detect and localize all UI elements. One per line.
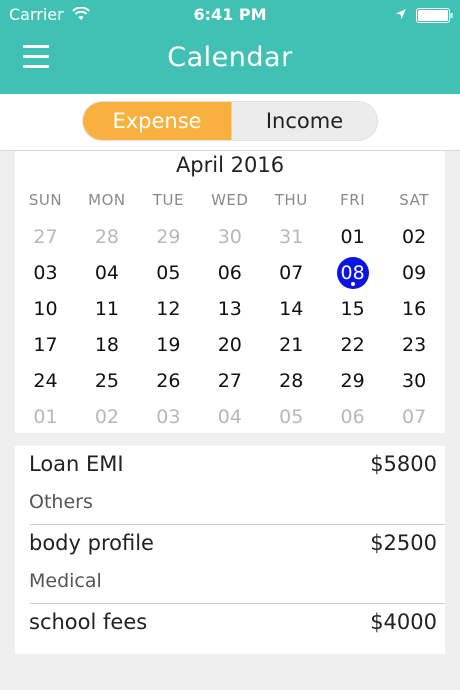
transaction-row[interactable]: Loan EMI $5800 Others <box>15 446 445 525</box>
calendar-month-label: April 2016 <box>175 153 285 177</box>
calendar-day[interactable]: 04 <box>76 255 137 291</box>
status-time: 6:41 PM <box>193 5 267 24</box>
calendar-day[interactable]: 28 <box>261 363 322 399</box>
transaction-amount: $5800 <box>370 452 437 476</box>
calendar-day[interactable]: 25 <box>76 363 137 399</box>
status-bar: Carrier 6:41 PM <box>0 0 460 30</box>
calendar-day[interactable]: 10 <box>15 291 76 327</box>
weekday-label: TUE <box>152 191 184 209</box>
transaction-title: Loan EMI <box>29 452 124 476</box>
calendar-day[interactable]: 29 <box>322 363 383 399</box>
calendar-day[interactable]: 07 <box>261 255 322 291</box>
calendar-day[interactable]: 14 <box>261 291 322 327</box>
calendar-day[interactable]: 15 <box>322 291 383 327</box>
calendar-day[interactable]: 24 <box>15 363 76 399</box>
transaction-category: Others <box>29 491 93 513</box>
calendar-day[interactable]: 30 <box>199 219 260 255</box>
calendar-day[interactable]: 12 <box>138 291 199 327</box>
weekday-header: SUN MON TUE WED THU FRI SAT <box>15 191 445 211</box>
calendar-day[interactable]: 30 <box>384 363 445 399</box>
calendar-day[interactable]: 17 <box>15 327 76 363</box>
transaction-amount: $2500 <box>370 531 437 555</box>
calendar-day[interactable]: 21 <box>261 327 322 363</box>
battery-icon <box>416 8 453 23</box>
calendar-day[interactable]: 27 <box>15 219 76 255</box>
calendar-day[interactable]: 23 <box>384 327 445 363</box>
calendar-day[interactable]: 03 <box>138 399 199 435</box>
transaction-title: school fees <box>29 610 148 634</box>
calendar-day[interactable]: 16 <box>384 291 445 327</box>
calendar-day[interactable]: 02 <box>76 399 137 435</box>
calendar: April 2016 SUN MON TUE WED THU FRI SAT 27 28 29 3… <box>15 151 445 433</box>
transaction-row[interactable]: school fees $4000 <box>15 604 445 654</box>
weekday-label: WED <box>211 191 249 209</box>
transaction-list: Loan EMI $5800 Others body profile $2500 Medi… <box>15 446 445 654</box>
calendar-day[interactable]: 09 <box>384 255 445 291</box>
calendar-day[interactable]: 29 <box>138 219 199 255</box>
expense-tab[interactable]: Expense <box>83 102 231 140</box>
calendar-day[interactable]: 03 <box>15 255 76 291</box>
calendar-day[interactable]: 27 <box>199 363 260 399</box>
calendar-day[interactable]: 22 <box>322 327 383 363</box>
weekday-label: SAT <box>399 191 429 209</box>
transaction-category: Medical <box>29 570 102 592</box>
calendar-day[interactable]: 20 <box>199 327 260 363</box>
calendar-day[interactable]: 05 <box>138 255 199 291</box>
transaction-title: body profile <box>29 531 154 555</box>
transaction-amount: $4000 <box>370 610 437 634</box>
transaction-row[interactable]: body profile $2500 Medical <box>15 525 445 604</box>
weekday-label: FRI <box>340 191 366 209</box>
calendar-day[interactable]: 18 <box>76 327 137 363</box>
income-tab[interactable]: Income <box>231 102 377 140</box>
calendar-day-selected[interactable]: 08 <box>322 255 383 291</box>
calendar-day[interactable]: 26 <box>138 363 199 399</box>
calendar-day[interactable]: 04 <box>199 399 260 435</box>
nav-bar: Calendar <box>0 30 460 94</box>
calendar-day[interactable]: 13 <box>199 291 260 327</box>
location-arrow-icon <box>396 9 406 19</box>
calendar-day[interactable]: 11 <box>76 291 137 327</box>
weekday-label: MON <box>88 191 126 209</box>
segment-area: Expense Income <box>0 94 460 151</box>
calendar-day[interactable]: 02 <box>384 219 445 255</box>
calendar-day[interactable]: 07 <box>384 399 445 435</box>
calendar-day[interactable]: 31 <box>261 219 322 255</box>
calendar-day[interactable]: 19 <box>138 327 199 363</box>
calendar-day[interactable]: 06 <box>199 255 260 291</box>
calendar-day[interactable]: 01 <box>322 219 383 255</box>
page-title: Calendar <box>167 42 293 73</box>
calendar-day[interactable]: 01 <box>15 399 76 435</box>
calendar-day[interactable]: 06 <box>322 399 383 435</box>
calendar-day[interactable]: 28 <box>76 219 137 255</box>
weekday-label: THU <box>274 191 308 209</box>
calendar-day[interactable]: 05 <box>261 399 322 435</box>
expense-income-toggle: Expense Income <box>82 101 378 141</box>
weekday-label: SUN <box>28 191 63 209</box>
